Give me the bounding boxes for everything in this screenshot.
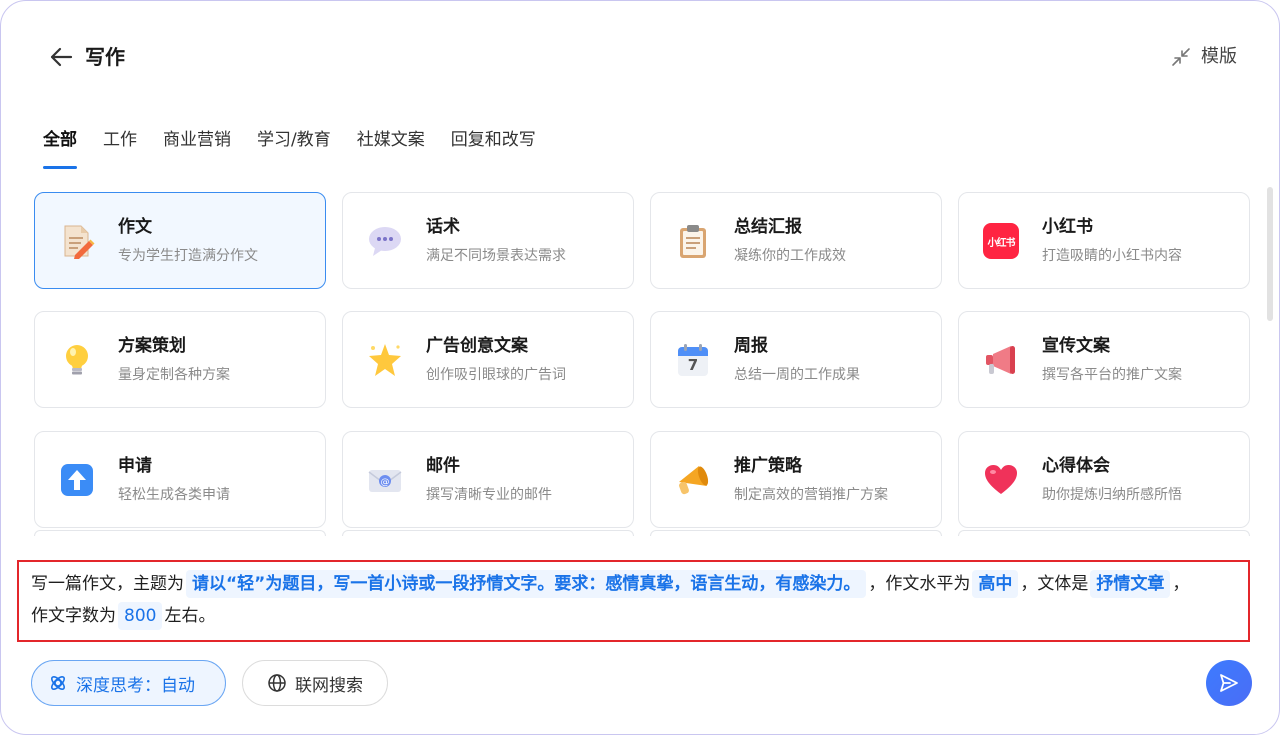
back-button[interactable]	[47, 43, 75, 71]
card-weekly-report[interactable]: 7 周报 总结一周的工作成果	[650, 311, 942, 409]
card-title: 周报	[734, 336, 768, 357]
card-title: 总结汇报	[734, 217, 802, 237]
upload-arrow-icon	[59, 462, 95, 498]
template-label: 模版	[1201, 46, 1237, 67]
card-title: 宣传文案	[1042, 336, 1110, 357]
card-title: 申请	[118, 455, 152, 476]
card-reflection[interactable]: 心得体会 助你提炼归纳所感所悟	[958, 430, 1250, 528]
card-partial	[650, 530, 942, 536]
scrollbar[interactable]	[1267, 187, 1273, 321]
style-slot[interactable]: 抒情文章	[1090, 570, 1171, 598]
card-desc: 制定高效的营销推广方案	[734, 486, 888, 503]
card-partial	[342, 530, 634, 536]
card-title: 小红书	[1042, 217, 1093, 237]
prompt-text: ，文体是	[1020, 574, 1089, 594]
tab-work[interactable]: 工作	[103, 125, 137, 169]
tab-social-media[interactable]: 社媒文案	[357, 125, 425, 169]
writing-panel: 写作 模版 全部 工作 商业营销 学习/教育 社媒文案 回复和改写 作文 专为学…	[0, 0, 1280, 735]
send-button[interactable]	[1206, 660, 1252, 706]
card-application[interactable]: 申请 轻松生成各类申请	[34, 430, 326, 528]
page-title: 写作	[85, 45, 125, 69]
megaphone-icon	[983, 342, 1019, 378]
card-title: 广告创意文案	[426, 336, 528, 357]
speech-bubble-icon	[367, 223, 403, 259]
deep-think-icon	[51, 676, 65, 690]
card-promo-copy[interactable]: 宣传文案 撰写各平台的推广文案	[958, 311, 1250, 409]
email-icon: @	[367, 462, 403, 498]
sparkle-star-icon	[367, 342, 403, 378]
card-desc: 量身定制各种方案	[118, 367, 230, 384]
loudspeaker-icon	[675, 462, 711, 498]
card-desc: 创作吸引眼球的广告词	[426, 367, 566, 384]
card-desc: 轻松生成各类申请	[118, 486, 230, 503]
card-desc: 撰写清晰专业的邮件	[426, 486, 552, 503]
card-xiaohongshu[interactable]: 小红书 小红书 打造吸睛的小红书内容	[958, 192, 1250, 289]
card-essay[interactable]: 作文 专为学生打造满分作文	[34, 192, 326, 289]
card-title: 推广策略	[734, 455, 802, 476]
card-desc: 凝练你的工作成效	[734, 248, 846, 264]
arrow-left-icon	[50, 47, 73, 67]
deep-think-toggle[interactable]: 深度思考：自动	[31, 660, 226, 706]
collapse-arrows-icon	[1172, 48, 1190, 66]
topic-slot[interactable]: 请以“轻”为题目，写一首小诗或一段抒情文字。要求：感情真挚，语言生动，有感染力。	[186, 570, 867, 598]
tab-reply-rewrite[interactable]: 回复和改写	[451, 125, 536, 169]
web-search-toggle[interactable]: 联网搜索	[242, 660, 388, 706]
card-summary-report[interactable]: 总结汇报 凝练你的工作成效	[650, 192, 942, 289]
prompt-text: 写一篇作文，主题为	[31, 574, 184, 594]
calendar-icon: 7	[675, 342, 711, 378]
globe-icon	[268, 674, 286, 692]
category-tabs: 全部 工作 商业营销 学习/教育 社媒文案 回复和改写	[43, 125, 562, 169]
card-title: 作文	[118, 217, 152, 237]
card-plan[interactable]: 方案策划 量身定制各种方案	[34, 311, 326, 409]
essay-pencil-icon	[59, 223, 95, 259]
prompt-text: ，	[1172, 574, 1190, 594]
heart-icon	[983, 462, 1019, 498]
card-partial	[34, 530, 326, 536]
template-card-grid: 作文 专为学生打造满分作文 话术 满足不同场景表达需求 总结汇报 凝练你的工作成…	[34, 192, 1252, 534]
card-script-talk[interactable]: 话术 满足不同场景表达需求	[342, 192, 634, 289]
word-count-slot[interactable]: 800	[118, 602, 163, 630]
card-desc: 总结一周的工作成果	[734, 367, 860, 384]
send-icon	[1220, 674, 1238, 692]
lightbulb-icon	[59, 342, 95, 378]
card-promotion-strategy[interactable]: 推广策略 制定高效的营销推广方案	[650, 430, 942, 528]
deep-think-label: 深度思考：自动	[76, 675, 195, 696]
level-slot[interactable]: 高中	[972, 570, 1019, 598]
card-desc: 打造吸睛的小红书内容	[1042, 248, 1182, 264]
web-search-label: 联网搜索	[295, 675, 363, 696]
card-ad-copy[interactable]: 广告创意文案 创作吸引眼球的广告词	[342, 311, 634, 409]
card-title: 心得体会	[1042, 455, 1110, 476]
prompt-text: 作文字数为	[31, 606, 116, 626]
tab-business-marketing[interactable]: 商业营销	[163, 125, 231, 169]
xiaohongshu-logo-icon: 小红书	[983, 223, 1019, 259]
clipboard-icon	[675, 223, 711, 259]
prompt-text: 左右。	[164, 606, 216, 626]
card-email[interactable]: @ 邮件 撰写清晰专业的邮件	[342, 430, 634, 528]
header: 写作 模版	[1, 1, 1279, 111]
prompt-text: ，作文水平为	[868, 574, 971, 594]
card-title: 话术	[426, 217, 460, 237]
card-desc: 助你提炼归纳所感所悟	[1042, 486, 1182, 503]
card-title: 邮件	[426, 455, 460, 476]
prompt-input[interactable]: 写一篇作文，主题为 请以“轻”为题目，写一首小诗或一段抒情文字。要求：感情真挚，语…	[17, 560, 1250, 642]
card-title: 方案策划	[118, 336, 186, 357]
svg-text:@: @	[381, 477, 390, 487]
card-desc: 满足不同场景表达需求	[426, 248, 566, 264]
card-desc: 撰写各平台的推广文案	[1042, 367, 1182, 384]
tab-study-education[interactable]: 学习/教育	[257, 125, 331, 169]
tab-all[interactable]: 全部	[43, 125, 77, 169]
card-partial	[958, 530, 1250, 536]
template-button[interactable]: 模版	[1171, 44, 1237, 70]
card-desc: 专为学生打造满分作文	[118, 248, 258, 264]
next-card-row-partial	[34, 530, 1252, 536]
